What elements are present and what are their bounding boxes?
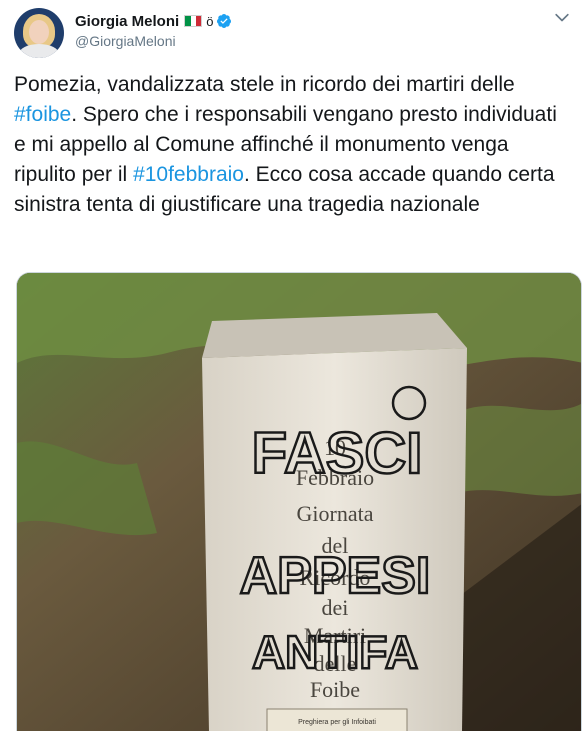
tweet-photo[interactable]: 10 Febbraio Giornata del Ricordo dei Mar… xyxy=(16,272,582,731)
graffiti-word: ANTIFA xyxy=(252,626,418,678)
tweet-header: Giorgia Meloni ö @GiorgiaMeloni xyxy=(14,8,574,58)
chevron-down-icon[interactable] xyxy=(552,8,572,28)
avatar[interactable] xyxy=(14,8,64,58)
plaque-text: Preghiera per gli Infoibati xyxy=(298,719,376,726)
hashtag-link[interactable]: #10febbraio xyxy=(133,163,244,186)
verified-badge-icon xyxy=(217,14,232,28)
display-name[interactable]: Giorgia Meloni xyxy=(75,13,179,30)
user-handle[interactable]: @GiorgiaMeloni xyxy=(75,33,232,49)
vandalized-stele-photo: 10 Febbraio Giornata del Ricordo dei Mar… xyxy=(17,273,581,731)
engraving-line: Giornata xyxy=(297,501,374,526)
italy-flag-icon xyxy=(184,15,203,27)
name-extra-char: ö xyxy=(206,13,214,29)
graffiti-word: APPESI xyxy=(240,547,431,605)
tweet-text-segment: Pomezia, vandalizzata stele in ricordo d… xyxy=(14,73,521,96)
tweet-text: Pomezia, vandalizzata stele in ricordo d… xyxy=(14,70,574,220)
hashtag-link[interactable]: #foibe xyxy=(14,103,71,126)
graffiti-word: FASCI xyxy=(252,421,423,486)
user-names: Giorgia Meloni ö @GiorgiaMeloni xyxy=(75,11,232,49)
engraving-line: Foibe xyxy=(310,677,360,702)
